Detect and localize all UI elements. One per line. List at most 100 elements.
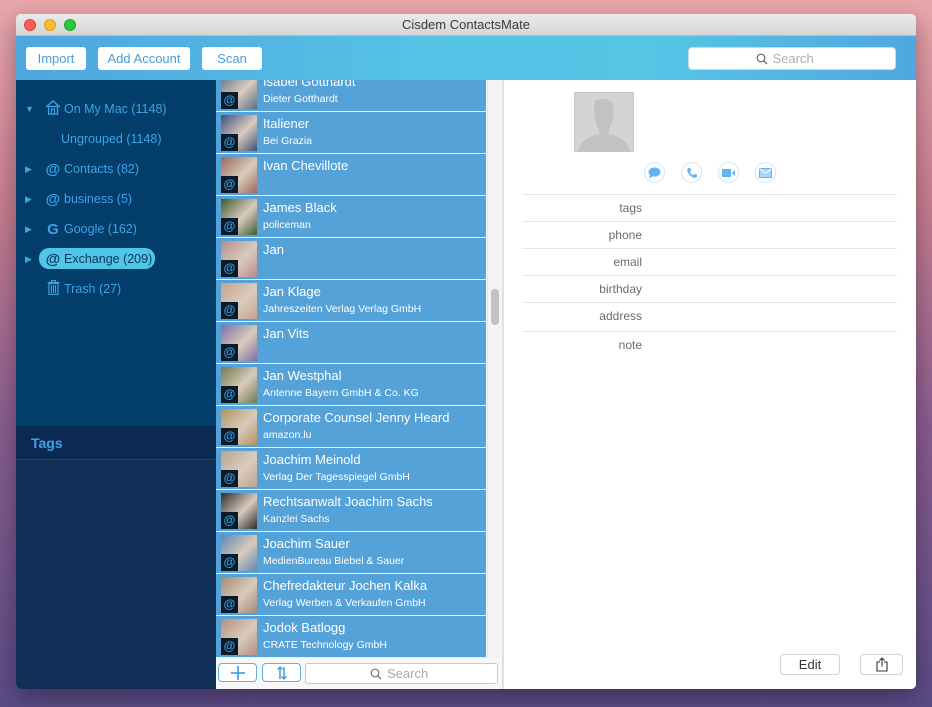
sort-button[interactable]: [262, 663, 301, 682]
toolbar-search-input[interactable]: [772, 51, 829, 66]
toolbar: Import Add Account Scan: [16, 36, 916, 80]
share-icon: [875, 657, 888, 672]
field-tags[interactable]: tags: [522, 194, 897, 221]
zoom-window-button[interactable]: [64, 19, 76, 31]
account-label: Exchange (209): [64, 252, 153, 266]
contact-row[interactable]: @ Ivan Chevillote: [216, 154, 486, 196]
toolbar-search-field[interactable]: [688, 47, 896, 70]
contact-row[interactable]: @ Corporate Counsel Jenny Heard amazon.lu: [216, 406, 486, 448]
contact-name: Chefredakteur Jochen Kalka: [263, 578, 428, 593]
message-button[interactable]: [644, 162, 665, 183]
account-on-my-mac[interactable]: ▼ On My Mac (1148): [16, 94, 216, 124]
group-ungrouped[interactable]: Ungrouped (1148): [16, 124, 216, 154]
contact-subtitle: MedienBureau Biebel & Sauer: [263, 555, 405, 567]
contact-fields: tags phone email birthday address note: [522, 194, 897, 358]
field-label: phone: [608, 228, 642, 242]
field-phone[interactable]: phone: [522, 221, 897, 248]
contact-row[interactable]: @ Jan Vits: [216, 322, 486, 364]
minimize-window-button[interactable]: [44, 19, 56, 31]
call-button[interactable]: [681, 162, 702, 183]
contact-search-input[interactable]: [387, 666, 433, 681]
contact-avatar: @: [221, 241, 257, 277]
contact-row[interactable]: @ Joachim Meinold Verlag Der Tagesspiegel …: [216, 448, 486, 490]
contact-row[interactable]: @ James Black policeman: [216, 196, 486, 238]
exchange-at-icon: @: [221, 344, 238, 361]
contact-actions: [644, 162, 776, 183]
contact-subtitle: Bei Grazia: [263, 135, 313, 147]
contact-name: Jodok Batlogg: [263, 620, 346, 635]
video-call-button[interactable]: [718, 162, 739, 183]
exchange-at-icon: @: [221, 596, 238, 613]
contact-avatar: @: [221, 157, 257, 193]
contact-avatar: @: [221, 409, 257, 445]
exchange-at-icon: @: [221, 302, 238, 319]
contact-row[interactable]: @ Chefredakteur Jochen Kalka Verlag Werben…: [216, 574, 486, 616]
contact-list-footer: [216, 658, 502, 689]
video-icon: [722, 168, 735, 177]
field-label: address: [599, 309, 642, 323]
add-contact-button[interactable]: [218, 663, 257, 682]
search-icon: [756, 53, 767, 64]
share-button[interactable]: [860, 654, 903, 675]
disclosure-collapsed-icon[interactable]: ▶: [25, 254, 32, 265]
contact-row[interactable]: @ Italiener Bei Grazia: [216, 112, 486, 154]
contact-name: Jan: [263, 242, 284, 257]
field-label: note: [618, 338, 642, 352]
contact-search-field[interactable]: [305, 663, 498, 684]
contact-avatar: @: [221, 619, 257, 655]
account-label: business (5): [64, 192, 133, 206]
contact-row[interactable]: @ Jan Klage Jahreszeiten Verlag Verlag Gmb…: [216, 280, 486, 322]
scrollbar-thumb[interactable]: [491, 289, 499, 325]
house-icon: [44, 99, 62, 119]
contact-list: @ Isabel Gotthardt Dieter Gotthardt @ Italie…: [216, 80, 486, 658]
contact-photo-placeholder[interactable]: [574, 92, 634, 152]
contact-name: Ivan Chevillote: [263, 158, 349, 173]
disclosure-expanded-icon[interactable]: ▼: [25, 104, 34, 114]
mail-icon: [759, 167, 772, 178]
contact-row[interactable]: @ Joachim Sauer MedienBureau Biebel & Saue…: [216, 532, 486, 574]
contact-avatar: @: [221, 325, 257, 361]
contact-list-scrollbar[interactable]: [487, 80, 501, 658]
trash-item[interactable]: Trash (27): [16, 274, 216, 304]
contact-avatar: @: [221, 535, 257, 571]
message-icon: [648, 166, 661, 178]
contact-row[interactable]: @ Jan: [216, 238, 486, 280]
import-button[interactable]: Import: [26, 47, 86, 70]
exchange-at-icon: @: [221, 134, 238, 151]
contact-row[interactable]: @ Jodok Batlogg CRATE Technology GmbH: [216, 616, 486, 658]
disclosure-collapsed-icon[interactable]: ▶: [25, 164, 32, 175]
contact-avatar: @: [221, 115, 257, 151]
scan-button[interactable]: Scan: [202, 47, 262, 70]
contact-subtitle: Jahreszeiten Verlag Verlag GmbH: [263, 303, 422, 315]
exchange-at-icon: @: [221, 428, 238, 445]
contact-subtitle: Dieter Gotthardt: [263, 93, 338, 105]
add-account-button[interactable]: Add Account: [98, 47, 190, 70]
exchange-at-icon: @: [221, 218, 238, 235]
contact-subtitle: Kanzlei Sachs: [263, 513, 330, 525]
plus-icon: [230, 666, 245, 680]
contact-avatar: @: [221, 199, 257, 235]
account-exchange[interactable]: ▶ @ Exchange (209): [16, 244, 216, 274]
disclosure-collapsed-icon[interactable]: ▶: [25, 224, 32, 235]
field-address[interactable]: address: [522, 302, 897, 331]
contact-row[interactable]: @ Jan Westphal Antenne Bayern GmbH & Co. K…: [216, 364, 486, 406]
contact-row[interactable]: @ Isabel Gotthardt Dieter Gotthardt: [216, 80, 486, 112]
person-silhouette-icon: [578, 98, 630, 151]
field-email[interactable]: email: [522, 248, 897, 275]
account-google[interactable]: ▶ G Google (162): [16, 214, 216, 244]
account-business[interactable]: ▶ @ business (5): [16, 184, 216, 214]
email-button[interactable]: [755, 162, 776, 183]
exchange-at-icon: @: [221, 176, 238, 193]
field-note[interactable]: note: [522, 331, 897, 358]
contact-row[interactable]: @ Rechtsanwalt Joachim Sachs Kanzlei Sachs: [216, 490, 486, 532]
close-window-button[interactable]: [24, 19, 36, 31]
contact-list-panel: @ Isabel Gotthardt Dieter Gotthardt @ Italie…: [216, 80, 503, 689]
account-contacts[interactable]: ▶ @ Contacts (82): [16, 154, 216, 184]
account-label: Google (162): [64, 222, 137, 236]
sort-icon: [276, 666, 287, 680]
field-birthday[interactable]: birthday: [522, 275, 897, 302]
disclosure-collapsed-icon[interactable]: ▶: [25, 194, 32, 205]
tags-header[interactable]: Tags: [16, 426, 216, 460]
edit-button[interactable]: Edit: [780, 654, 840, 675]
app-window: Cisdem ContactsMate Import Add Account S…: [16, 14, 916, 689]
